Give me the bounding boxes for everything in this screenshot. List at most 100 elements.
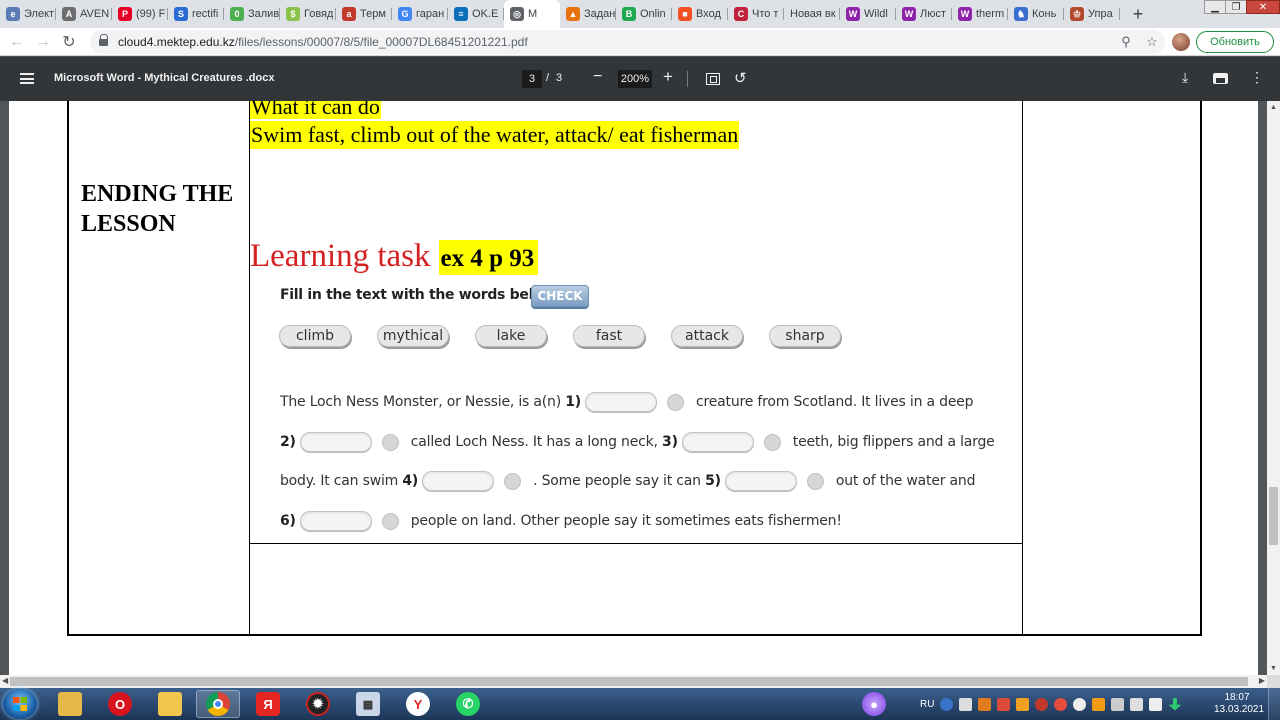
system-clock[interactable]: 18:07 13.03.2021: [1214, 692, 1264, 716]
browser-tab[interactable]: ▲ Задан: [560, 0, 616, 28]
blank-3: [681, 432, 754, 452]
print-icon[interactable]: [1213, 73, 1228, 84]
browser-tab[interactable]: B Onlin: [616, 0, 672, 28]
chrome-taskbar-app[interactable]: [196, 690, 240, 718]
more-options-icon[interactable]: ⋮: [1250, 69, 1264, 86]
url-path: /files/lessons/00007/8/5/file_00007DL684…: [234, 35, 528, 49]
browser-tab[interactable]: ≡ OK.E: [448, 0, 504, 28]
tab-title: Конь: [1032, 8, 1057, 20]
tab-favicon-icon: ≡: [454, 7, 468, 21]
start-button[interactable]: [3, 689, 37, 719]
calculator-icon: ▦: [356, 692, 380, 716]
volume-icon[interactable]: [1149, 697, 1163, 711]
browser-tab[interactable]: ◎ M: [504, 0, 560, 28]
browser-tab[interactable]: Новая вк: [784, 0, 840, 28]
scroll-left-icon[interactable]: ◀: [2, 676, 8, 685]
scroll-right-icon[interactable]: ▶: [1259, 676, 1265, 685]
tray-app-icon[interactable]: [997, 697, 1011, 711]
tray-app-icon[interactable]: [1054, 697, 1068, 711]
zoom-icon[interactable]: ⚲: [1113, 34, 1139, 50]
horizontal-scroll-thumb[interactable]: [10, 677, 1248, 686]
tab-title: OK.E: [472, 8, 499, 20]
browser-tab[interactable]: P (99) F: [112, 0, 168, 28]
alice-icon: ●: [862, 692, 886, 716]
browser-tab[interactable]: $ Говяд: [280, 0, 336, 28]
close-icon[interactable]: ✕: [1246, 0, 1280, 14]
vertical-scrollbar[interactable]: ▲ ▼: [1267, 101, 1280, 675]
tab-favicon-icon: C: [734, 7, 748, 21]
address-bar[interactable]: cloud4.mektep.edu.kz/files/lessons/00007…: [90, 30, 1165, 54]
browser-tab[interactable]: ♔ Упра: [1064, 0, 1120, 28]
rotate-icon[interactable]: ↺: [734, 69, 747, 87]
table-border-col2: [1022, 101, 1023, 636]
whatsapp-taskbar-app[interactable]: ✆: [446, 690, 490, 718]
download-icon[interactable]: ⤓: [1182, 69, 1188, 86]
language-indicator[interactable]: RU: [920, 699, 934, 710]
reload-icon[interactable]: ↻: [56, 29, 82, 55]
scroll-down-icon[interactable]: ▼: [1270, 665, 1277, 672]
tab-title: (99) F: [136, 8, 166, 20]
browser-tab[interactable]: Srectifi: [168, 0, 224, 28]
browser-tab[interactable]: A AVEN: [56, 0, 112, 28]
forward-icon[interactable]: →: [30, 29, 56, 55]
tab-title: Говяд: [304, 8, 334, 20]
browser-tab-strip: e Элект A AVEN P (99) F Srectifi 0 Залив $ Говяд a Т…: [0, 0, 1280, 28]
tray-app-icon[interactable]: [1073, 697, 1087, 711]
explorer-taskbar-app[interactable]: [48, 690, 92, 718]
word-chip: mythical: [377, 325, 449, 347]
network-icon[interactable]: [1130, 697, 1144, 711]
files-taskbar-app[interactable]: [148, 690, 192, 718]
minimize-icon[interactable]: ▁: [1204, 0, 1226, 14]
game-taskbar-app[interactable]: ✹: [296, 690, 340, 718]
browser-tab[interactable]: ■ Вход: [672, 0, 728, 28]
zoom-in-icon[interactable]: +: [663, 67, 673, 87]
yandex-browser-taskbar-app[interactable]: Y: [396, 690, 440, 718]
browser-tab[interactable]: 0 Залив: [224, 0, 280, 28]
back-icon[interactable]: ←: [4, 29, 30, 55]
document-title: Microsoft Word - Mythical Creatures .doc…: [54, 72, 275, 84]
scroll-up-icon[interactable]: ▲: [1270, 104, 1277, 111]
browser-tab[interactable]: W Люст: [896, 0, 952, 28]
help-icon[interactable]: [940, 697, 954, 711]
update-button[interactable]: Обновить: [1196, 31, 1274, 53]
browser-tab[interactable]: W Wildl: [840, 0, 896, 28]
blank-6: [299, 511, 372, 531]
tab-title: Элект: [24, 8, 55, 20]
browser-tab[interactable]: e Элект: [0, 0, 56, 28]
bookmark-star-icon[interactable]: ☆: [1139, 34, 1165, 50]
menu-icon[interactable]: [20, 73, 34, 84]
page-number-input[interactable]: 3: [522, 70, 542, 88]
restore-icon[interactable]: ❐: [1225, 0, 1247, 14]
tab-favicon-icon: W: [958, 7, 972, 21]
yandex-taskbar-app[interactable]: Я: [246, 690, 290, 718]
fit-to-page-icon[interactable]: [706, 73, 720, 85]
download-arrow-icon[interactable]: [1168, 697, 1182, 711]
tab-title: Что т: [752, 8, 779, 20]
opera-taskbar-app[interactable]: O: [98, 690, 142, 718]
browser-tab[interactable]: a Терм: [336, 0, 392, 28]
show-desktop-button[interactable]: [1268, 688, 1280, 720]
calculator-taskbar-app[interactable]: ▦: [346, 690, 390, 718]
browser-tab[interactable]: ♞ Конь: [1008, 0, 1064, 28]
tray-app-icon[interactable]: [959, 697, 973, 711]
vertical-scroll-thumb[interactable]: [1269, 487, 1278, 545]
tab-favicon-icon: B: [622, 7, 636, 21]
profile-avatar[interactable]: [1172, 33, 1190, 51]
tray-app-icon[interactable]: [1035, 697, 1049, 711]
browser-tab[interactable]: Gгаран: [392, 0, 448, 28]
tray-app-icon[interactable]: [978, 697, 992, 711]
tray-app-icon[interactable]: [1092, 697, 1106, 711]
zoom-out-icon[interactable]: −: [593, 68, 602, 86]
tray-app-icon[interactable]: [1016, 697, 1030, 711]
yandex-browser-icon: Y: [406, 692, 430, 716]
new-tab-button[interactable]: +: [1126, 2, 1150, 26]
alice-taskbar-app[interactable]: ●: [852, 690, 896, 718]
line1-text-a: The Loch Ness Monster, or Nessie, is a(n…: [280, 394, 561, 410]
browser-tab[interactable]: C Что т: [728, 0, 784, 28]
pdf-viewport[interactable]: What it can do Swim fast, climb out of t…: [0, 101, 1267, 675]
zoom-level-input[interactable]: 200%: [618, 70, 652, 88]
tab-title: M: [528, 8, 538, 20]
tray-app-icon[interactable]: [1111, 697, 1125, 711]
horizontal-scrollbar[interactable]: ◀ ▶: [0, 675, 1267, 688]
browser-tab[interactable]: Wtherm: [952, 0, 1008, 28]
